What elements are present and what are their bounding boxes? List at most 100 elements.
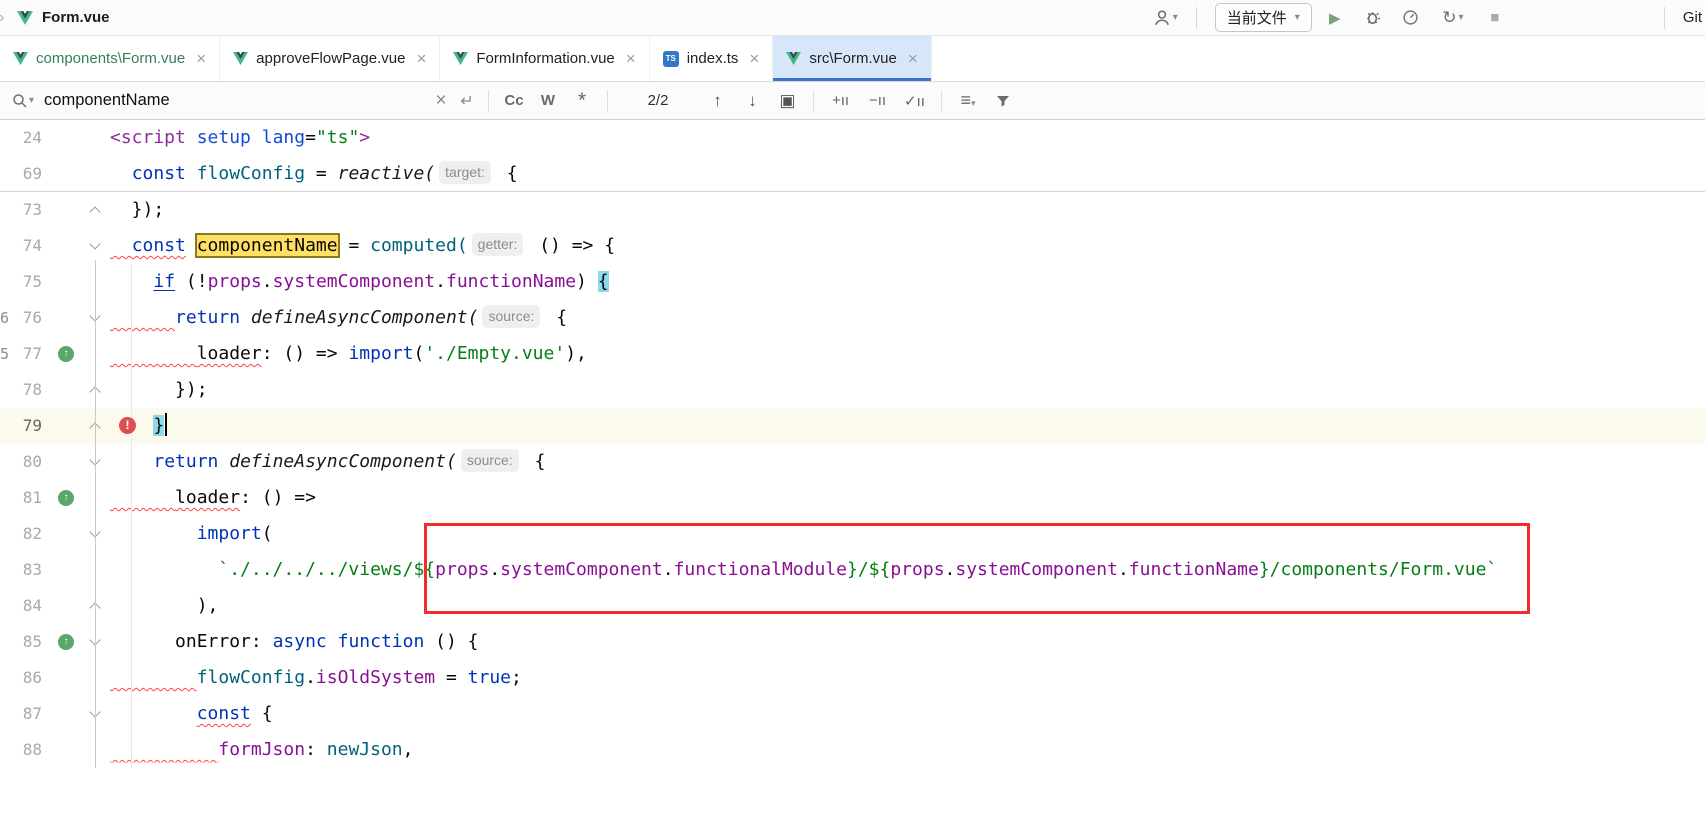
- add-occurrence-button[interactable]: +ıı: [822, 92, 859, 109]
- git-widget[interactable]: Git: [1683, 9, 1702, 26]
- code-token: =: [338, 235, 371, 256]
- code-token: }: [847, 559, 858, 580]
- search-input[interactable]: ▾ componentName × ↵: [12, 90, 480, 112]
- search-options-button[interactable]: ≡▾: [950, 90, 986, 111]
- code-token: functionalModule: [674, 559, 847, 580]
- search-query-text[interactable]: componentName: [44, 91, 428, 110]
- code-token: ,: [403, 739, 414, 760]
- code-line-87[interactable]: 87 const {: [0, 696, 1705, 732]
- gutter-fold-column: [82, 480, 110, 516]
- code-line-69[interactable]: 69 const flowConfig = reactive(target: {: [0, 156, 1705, 192]
- error-icon[interactable]: !: [119, 417, 136, 434]
- regex-toggle[interactable]: *: [565, 96, 599, 106]
- code-line-75[interactable]: 75 if (!props.systemComponent.functionNa…: [0, 264, 1705, 300]
- gutter-vcs-column: [50, 588, 82, 624]
- code-line-83[interactable]: 83 `./../../../views/${props.systemCompo…: [0, 552, 1705, 588]
- code-line-79[interactable]: 79! }: [0, 408, 1705, 444]
- gutter-vcs-column: [50, 372, 82, 408]
- active-tab-underline: [773, 78, 930, 81]
- stop-button[interactable]: ■: [1480, 9, 1510, 26]
- remove-occurrence-button[interactable]: −ıı: [859, 92, 896, 109]
- debug-button[interactable]: [1358, 9, 1388, 26]
- code-token: const: [132, 163, 186, 184]
- tab-close-icon[interactable]: ×: [196, 50, 206, 67]
- code-line-24[interactable]: 24<script setup lang="ts">: [0, 120, 1705, 156]
- code-text: `./../../../views/${props.systemComponen…: [110, 552, 1705, 588]
- code-token: [110, 703, 197, 724]
- code-token: ${: [413, 559, 435, 580]
- match-case-toggle[interactable]: Cc: [497, 92, 531, 109]
- code-token: [186, 127, 197, 148]
- code-line-84[interactable]: 84 ),: [0, 588, 1705, 624]
- code-line-86[interactable]: 86 flowConfig.isOldSystem = true;: [0, 660, 1705, 696]
- tab-forminformation.vue[interactable]: FormInformation.vue×: [440, 36, 649, 81]
- gutter-edge-text: [0, 120, 12, 156]
- open-in-find-window-button[interactable]: ▣: [770, 91, 805, 111]
- code-token: .: [435, 271, 446, 292]
- rerun-button[interactable]: ↻ ▾: [1434, 8, 1472, 28]
- code-line-78[interactable]: 78 });: [0, 372, 1705, 408]
- divider: [1196, 7, 1197, 29]
- tab-close-icon[interactable]: ×: [626, 50, 636, 67]
- gutter-vcs-column: [50, 192, 82, 228]
- run-button[interactable]: ▶: [1320, 9, 1350, 27]
- gutter-edge-text: [0, 552, 12, 588]
- run-config-selector[interactable]: 当前文件 ▾: [1215, 3, 1312, 32]
- code-line-88[interactable]: 88 formJson: newJson,: [0, 732, 1705, 768]
- select-all-occurrences-button[interactable]: ✓ıı: [896, 92, 933, 110]
- gutter-fold-column: [82, 696, 110, 732]
- code-token: formJson: [218, 739, 305, 760]
- tab-close-icon[interactable]: ×: [749, 50, 759, 67]
- code-line-73[interactable]: 73 });: [0, 192, 1705, 228]
- gutter-fold-column: [82, 336, 110, 372]
- gutter-arrow-icon[interactable]: ↑: [58, 490, 74, 506]
- fold-down-icon[interactable]: [89, 238, 100, 249]
- gutter-edge-text: [0, 408, 12, 444]
- clear-search-icon[interactable]: ×: [428, 90, 454, 112]
- code-token: [110, 163, 132, 184]
- code-token: function: [338, 631, 425, 652]
- code-line-76[interactable]: 676 return defineAsyncComponent(source: …: [0, 300, 1705, 336]
- code-line-77[interactable]: 577↑ loader: () => import('./Empty.vue')…: [0, 336, 1705, 372]
- line-number: 80: [12, 444, 50, 480]
- tab-index.ts[interactable]: TSindex.ts×: [650, 36, 774, 81]
- code-line-74[interactable]: 74 const componentName = computed(getter…: [0, 228, 1705, 264]
- code-token: './Empty.vue': [424, 343, 565, 364]
- code-editor[interactable]: 24<script setup lang="ts">69 const flowC…: [0, 120, 1705, 820]
- tab-close-icon[interactable]: ×: [416, 50, 426, 67]
- line-number: 88: [12, 732, 50, 768]
- typescript-file-icon: TS: [663, 51, 679, 67]
- line-number: 77: [12, 336, 50, 372]
- tab-components-form.vue[interactable]: components\Form.vue×: [0, 36, 220, 81]
- gutter-vcs-column: [50, 264, 82, 300]
- gutter-edge-text: [0, 228, 12, 264]
- tab-close-icon[interactable]: ×: [908, 50, 918, 67]
- user-account-button[interactable]: ▾: [1153, 9, 1178, 27]
- previous-occurrence-button[interactable]: ↑: [700, 91, 735, 111]
- code-token: {: [598, 271, 609, 292]
- filter-button[interactable]: [986, 93, 1020, 109]
- search-icon[interactable]: ▾: [12, 93, 34, 109]
- gutter-vcs-column: [50, 408, 82, 444]
- code-line-80[interactable]: 80 return defineAsyncComponent(source: {: [0, 444, 1705, 480]
- gutter-edge-text: [0, 588, 12, 624]
- code-line-85[interactable]: 85↑ onError: async function () {: [0, 624, 1705, 660]
- tab-approveflowpage.vue[interactable]: approveFlowPage.vue×: [220, 36, 440, 81]
- gutter-arrow-icon[interactable]: ↑: [58, 634, 74, 650]
- code-line-81[interactable]: 81↑ loader: () =>: [0, 480, 1705, 516]
- code-text: if (!props.systemComponent.functionName)…: [110, 264, 1705, 300]
- line-number: 74: [12, 228, 50, 264]
- line-number: 86: [12, 660, 50, 696]
- vue-file-icon: [233, 52, 248, 65]
- tab-src-form.vue[interactable]: src\Form.vue×: [773, 36, 931, 81]
- whole-words-toggle[interactable]: W: [531, 92, 565, 109]
- next-occurrence-button[interactable]: ↓: [735, 91, 770, 111]
- code-token: [240, 307, 251, 328]
- code-line-82[interactable]: 82 import(: [0, 516, 1705, 552]
- divider: [488, 90, 489, 112]
- profiler-button[interactable]: [1396, 9, 1426, 26]
- fold-up-icon[interactable]: [89, 206, 100, 217]
- gutter-arrow-icon[interactable]: ↑: [58, 346, 74, 362]
- newline-icon[interactable]: ↵: [454, 91, 480, 111]
- code-token: .: [489, 559, 500, 580]
